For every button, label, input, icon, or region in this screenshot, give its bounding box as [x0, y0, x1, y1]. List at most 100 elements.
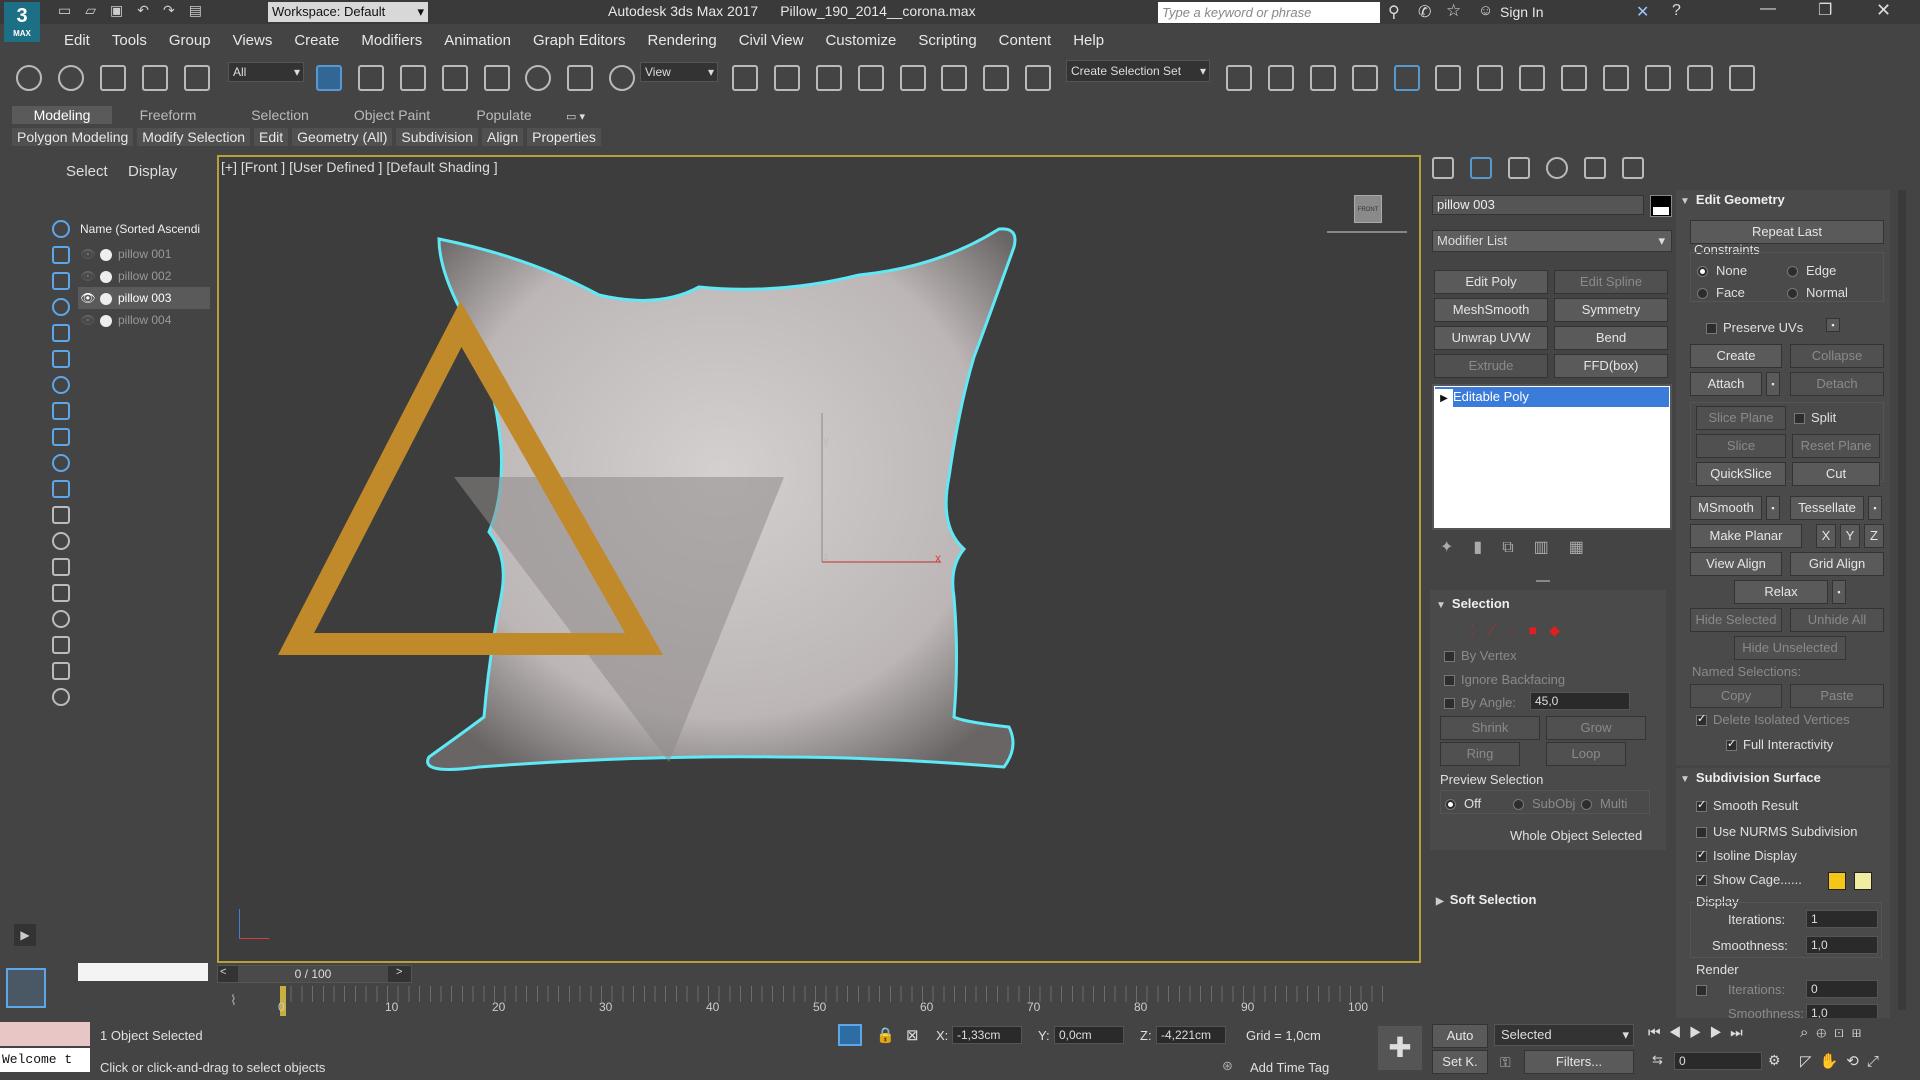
- select-manipulate-icon[interactable]: [773, 65, 800, 91]
- remove-modifier-icon[interactable]: ▥: [1534, 539, 1569, 556]
- smooth-result-checkbox[interactable]: Smooth Result: [1696, 798, 1798, 813]
- ribbon-toggle-icon[interactable]: [1393, 65, 1420, 91]
- viewport-layout-icon[interactable]: [6, 968, 46, 1008]
- time-prev-icon[interactable]: <: [220, 966, 226, 978]
- viewport[interactable]: [+] [Front ] [User Defined ] [Default Sh…: [217, 155, 1421, 963]
- explorer-scrollbar[interactable]: [78, 963, 208, 981]
- layer-explorer-icon[interactable]: [1351, 65, 1378, 91]
- scene-list-item[interactable]: 👁 pillow 001: [78, 243, 210, 265]
- msmooth-button[interactable]: MSmooth: [1690, 496, 1762, 520]
- groups-icon[interactable]: [52, 402, 70, 420]
- ignore-backfacing-checkbox[interactable]: Ignore Backfacing: [1444, 672, 1565, 687]
- helpers-icon[interactable]: [52, 350, 70, 368]
- render-smoothness-spinner[interactable]: 1,0: [1806, 1004, 1878, 1018]
- border-mode-icon[interactable]: ◌: [1508, 622, 1528, 638]
- menu-item-tools[interactable]: Tools: [112, 32, 147, 49]
- track-bar[interactable]: 0 10 20 30 40 50 60 70 80 90 100: [278, 986, 1420, 1018]
- move-icon[interactable]: [483, 65, 510, 91]
- modifier-button-extrude[interactable]: Extrude: [1434, 354, 1548, 378]
- angle-spinner[interactable]: 45,0: [1530, 692, 1630, 710]
- save-icon[interactable]: ▣: [110, 2, 137, 18]
- expand-arrow-icon[interactable]: ▶: [1435, 389, 1453, 409]
- set-key-button[interactable]: Set K.: [1432, 1050, 1488, 1074]
- isoline-display-checkbox[interactable]: Isoline Display: [1696, 848, 1797, 863]
- view-align-button[interactable]: View Align: [1690, 552, 1782, 576]
- delete-isolated-checkbox[interactable]: Delete Isolated Vertices: [1696, 712, 1850, 727]
- filter-icon[interactable]: [52, 636, 70, 654]
- selection-set-dropdown[interactable]: Create Selection Set ▾: [1066, 60, 1210, 82]
- relax-button[interactable]: Relax: [1734, 580, 1828, 604]
- quickslice-button[interactable]: QuickSlice: [1696, 462, 1786, 486]
- modify-tab-icon[interactable]: [1470, 157, 1492, 179]
- collapse-button[interactable]: Collapse: [1790, 344, 1884, 368]
- key-mode-toggle-icon[interactable]: ⇆: [1652, 1052, 1663, 1068]
- snap-3d-icon[interactable]: [857, 65, 884, 91]
- maxscript-input[interactable]: Welcome t: [0, 1048, 90, 1072]
- scene-list-item[interactable]: 👁 pillow 004: [78, 309, 210, 331]
- bind-space-warp-icon[interactable]: [183, 65, 210, 91]
- edit-geometry-header[interactable]: ▼ Edit Geometry: [1680, 192, 1785, 207]
- isolate-selection-icon[interactable]: [838, 1024, 862, 1046]
- pan-icon[interactable]: ✋: [1820, 1053, 1847, 1070]
- by-angle-checkbox[interactable]: By Angle:: [1444, 695, 1516, 710]
- loop-button[interactable]: Loop: [1546, 742, 1626, 766]
- align-icon[interactable]: [1267, 65, 1294, 91]
- add-time-tag[interactable]: Add Time Tag: [1250, 1060, 1329, 1075]
- dock-icon[interactable]: [52, 688, 70, 706]
- redo-icon[interactable]: [57, 65, 84, 91]
- binoculars-icon[interactable]: ⚲: [1388, 2, 1400, 22]
- time-next-icon[interactable]: >: [396, 966, 402, 978]
- constraint-edge-radio[interactable]: Edge: [1787, 263, 1836, 278]
- containers-icon[interactable]: [52, 480, 70, 498]
- menu-item-graph-editors[interactable]: Graph Editors: [533, 32, 626, 49]
- undo-icon[interactable]: [16, 65, 42, 91]
- copy-button[interactable]: Copy: [1690, 684, 1782, 708]
- column-header[interactable]: Name (Sorted Ascendi: [80, 222, 210, 236]
- menu-item-civil-view[interactable]: Civil View: [739, 32, 804, 49]
- shrink-button[interactable]: Shrink: [1440, 716, 1540, 740]
- menu-item-create[interactable]: Create: [294, 32, 339, 49]
- ring-button[interactable]: Ring: [1440, 742, 1520, 766]
- relax-settings-button[interactable]: ▪: [1832, 580, 1846, 604]
- hide-selected-button[interactable]: Hide Selected: [1690, 608, 1782, 632]
- repeat-last-button[interactable]: Repeat Last: [1690, 220, 1884, 244]
- menu-item-modifiers[interactable]: Modifiers: [361, 32, 422, 49]
- field-of-view-icon[interactable]: ◸: [1800, 1053, 1820, 1070]
- utilities-tab-icon[interactable]: [1622, 157, 1644, 179]
- ribbon-subtab-properties[interactable]: Properties: [527, 128, 601, 146]
- menu-item-content[interactable]: Content: [999, 32, 1052, 49]
- render-cloud-icon[interactable]: [1686, 65, 1713, 91]
- ribbon-tab-populate[interactable]: Populate: [448, 106, 560, 124]
- orbit-icon[interactable]: ⟲: [1846, 1053, 1867, 1070]
- preview-off-radio[interactable]: Off: [1445, 796, 1481, 811]
- make-planar-x-button[interactable]: X: [1816, 524, 1836, 548]
- hierarchy-tab-icon[interactable]: [1508, 157, 1530, 179]
- pivot-center-icon[interactable]: [732, 65, 758, 91]
- ribbon-tab-modeling[interactable]: Modeling: [12, 106, 112, 124]
- full-interactivity-checkbox[interactable]: Full Interactivity: [1726, 737, 1833, 752]
- scene-list-item[interactable]: 👁 pillow 002: [78, 265, 210, 287]
- scale-icon[interactable]: [567, 65, 594, 91]
- scene-explorer-icon[interactable]: [1309, 65, 1336, 91]
- star-icon[interactable]: ☆: [1446, 1, 1461, 21]
- menu-item-edit[interactable]: Edit: [64, 32, 90, 49]
- visibility-eye-icon[interactable]: 👁: [78, 243, 98, 265]
- modifier-button-bend[interactable]: Bend: [1554, 326, 1668, 350]
- x-coordinate-field[interactable]: -1,33cm: [952, 1026, 1022, 1044]
- attach-button[interactable]: Attach: [1690, 372, 1762, 396]
- sign-in-link[interactable]: Sign In: [1500, 4, 1544, 20]
- percent-snap-icon[interactable]: [941, 65, 968, 91]
- menu-item-scripting[interactable]: Scripting: [918, 32, 976, 49]
- time-config-icon[interactable]: ⚙: [1768, 1052, 1781, 1069]
- open-file-icon[interactable]: ▱: [85, 2, 110, 18]
- absolute-mode-icon[interactable]: ⊠: [906, 1026, 919, 1044]
- rectangular-selection-icon[interactable]: [399, 65, 426, 91]
- exchange-icon[interactable]: ✕: [1636, 2, 1649, 22]
- time-slider[interactable]: < 0 / 100 >: [217, 965, 412, 983]
- viewcube[interactable]: FRONT: [1354, 195, 1382, 223]
- slice-button[interactable]: Slice: [1696, 434, 1786, 458]
- place-icon[interactable]: [609, 65, 636, 91]
- rendered-frame-icon[interactable]: [1603, 65, 1630, 91]
- preserve-uvs-checkbox[interactable]: Preserve UVs: [1706, 320, 1803, 335]
- zoom-extents-all-icon[interactable]: ⊞: [1852, 1024, 1870, 1041]
